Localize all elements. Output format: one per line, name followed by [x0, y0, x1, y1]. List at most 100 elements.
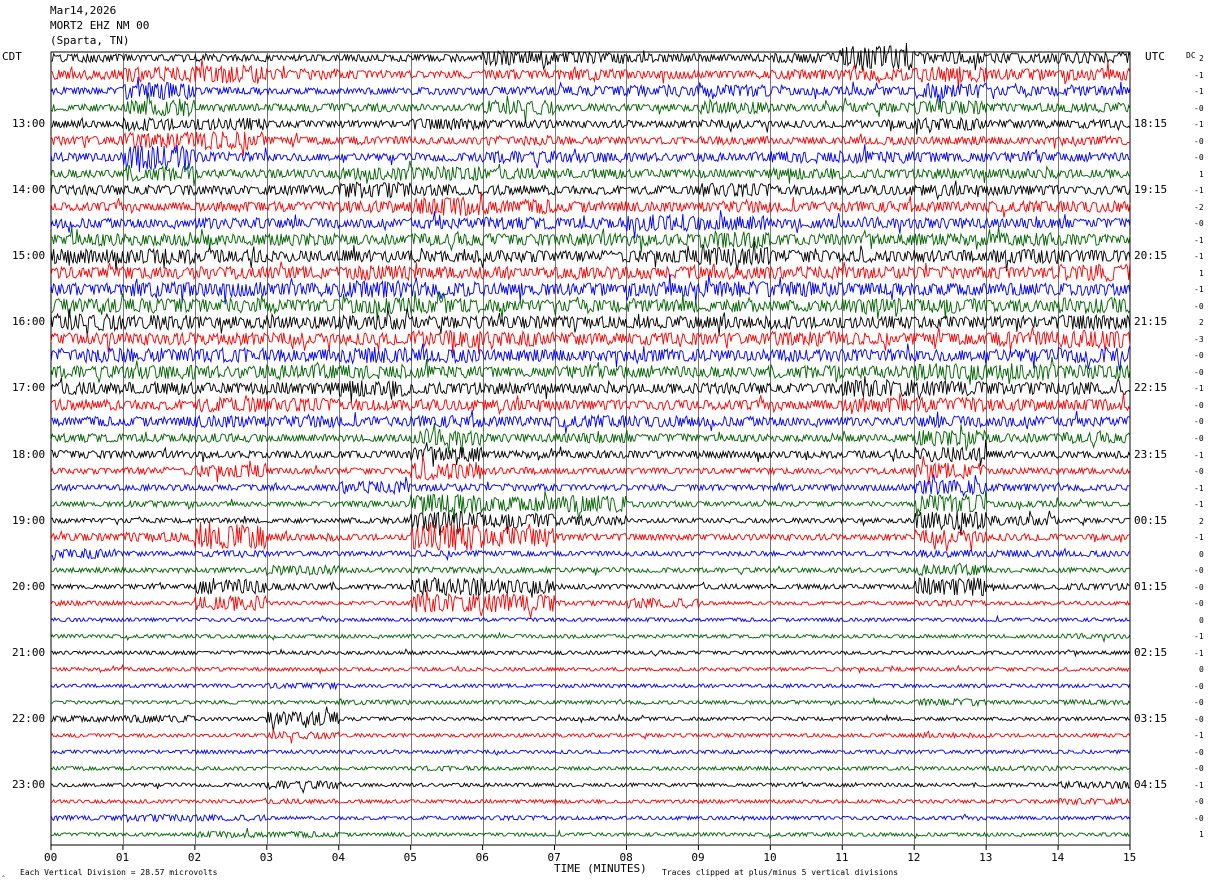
dc-offset-value: -0 [1194, 813, 1204, 823]
trace-line [50, 455, 1131, 485]
dc-offset-value: -0 [1194, 400, 1204, 410]
utc-hour-label: 19:15 [1134, 183, 1168, 197]
trace-line [50, 160, 1131, 187]
x-tick-label: 11 [835, 851, 849, 864]
trace-line [50, 547, 1131, 562]
seismic-traces [50, 42, 1131, 840]
trace-line [50, 631, 1131, 644]
dc-offset-value: 0 [1199, 549, 1204, 559]
trace-line [50, 522, 1131, 552]
trace-line [50, 130, 1131, 156]
trace-line [50, 274, 1131, 305]
x-tick-label: 00 [44, 851, 58, 864]
x-tick-label: 14 [1051, 851, 1065, 864]
x-axis-ticks [50, 845, 1131, 850]
utc-hour-label: 00:15 [1134, 513, 1168, 527]
trace-line [50, 307, 1131, 338]
utc-hour-label: 01:15 [1134, 579, 1168, 593]
trace-line [50, 409, 1131, 434]
dc-offset-value: -1 [1194, 648, 1204, 658]
dc-offset-value: -1 [1194, 450, 1204, 460]
cdt-hour-label: 23:00 [12, 777, 46, 791]
dc-offset-value: -1 [1194, 632, 1204, 642]
station-location: (Sparta, TN) [50, 34, 130, 47]
x-tick-label: 15 [1123, 851, 1137, 864]
utc-hour-label: 02:15 [1134, 645, 1168, 659]
trace-line [50, 490, 1131, 520]
dc-offset-value: 1 [1199, 169, 1204, 179]
dc-offset-value: -1 [1194, 120, 1204, 130]
utc-hour-label: 23:15 [1134, 447, 1168, 461]
trace-line [50, 59, 1131, 90]
dc-offset-value: -3 [1194, 334, 1204, 344]
station-code: MORT2 EHZ NM 00 [50, 19, 150, 32]
dc-offset-value: -0 [1194, 433, 1204, 443]
dc-offset-value: -0 [1194, 103, 1204, 113]
dc-offset-value: 2 [1199, 318, 1204, 328]
dc-offset-value: -1 [1194, 235, 1204, 245]
trace-line [50, 779, 1131, 794]
trace-line [50, 180, 1131, 201]
dc-offset-value: -0 [1194, 367, 1204, 377]
trace-line [50, 144, 1131, 173]
trace-line [51, 439, 1131, 467]
x-tick-label: 02 [187, 851, 202, 864]
cdt-hour-label: 18:00 [12, 447, 46, 461]
trace-line [50, 327, 1131, 354]
trace-line [50, 696, 1131, 707]
cdt-hour-label: 20:00 [12, 579, 46, 593]
dc-offset-value: -1 [1194, 533, 1204, 543]
trace-line [50, 226, 1131, 253]
trace-line [50, 562, 1131, 577]
dc-offset-value: -0 [1194, 467, 1204, 477]
x-tick-label: 10 [763, 851, 777, 864]
dc-offset-value: -1 [1194, 285, 1204, 295]
utc-hour-label: 20:15 [1134, 249, 1168, 263]
trace-line [50, 393, 1131, 416]
x-tick-label: 04 [331, 851, 345, 864]
utc-hour-label: 22:15 [1134, 381, 1168, 395]
trace-line [50, 241, 1131, 272]
dc-offset-value: -1 [1194, 780, 1204, 790]
clip-note: Traces clipped at plus/minus 5 vertical … [662, 868, 899, 877]
utc-hour-label: 18:15 [1134, 117, 1168, 131]
x-tick-label: 01 [115, 851, 130, 864]
left-axis-title: CDT [2, 50, 22, 63]
right-axis-title: UTC [1145, 50, 1165, 63]
trace-line [50, 764, 1131, 773]
dc-offset-value: -1 [1194, 500, 1204, 510]
dc-offset-value: -1 [1194, 87, 1204, 97]
dc-offset-value: -0 [1194, 351, 1204, 361]
dc-offset-value: -1 [1194, 483, 1204, 493]
cdt-hour-label: 22:00 [12, 711, 46, 725]
trace-line [50, 648, 1131, 658]
cdt-hour-label: 13:00 [12, 117, 46, 131]
scale-note: Each Vertical Division = 28.57 microvolt… [20, 868, 218, 877]
trace-line [50, 796, 1131, 807]
trace-line [50, 729, 1131, 744]
trace-line [50, 210, 1131, 239]
trace-line [50, 614, 1131, 624]
dc-offset-value: -0 [1194, 417, 1204, 427]
dc-offset-value: -0 [1194, 301, 1204, 311]
dc-offset-value: -1 [1194, 252, 1204, 262]
trace-line [50, 356, 1131, 385]
x-tick-label: 13 [979, 851, 993, 864]
plot-date: Mar14,2026 [50, 4, 117, 17]
dc-offset-value: -1 [1194, 731, 1204, 741]
x-tick-label: 12 [907, 851, 921, 864]
trace-line [50, 116, 1131, 135]
cdt-hour-label: 17:00 [12, 381, 46, 395]
trace-line [50, 748, 1131, 756]
trace-line [50, 590, 1131, 619]
dc-offset-value: -1 [1194, 186, 1204, 196]
x-tick-label: 03 [259, 851, 274, 864]
cdt-hour-label: 15:00 [12, 249, 46, 263]
dc-offset-value: 1 [1199, 830, 1204, 840]
utc-hour-label: 03:15 [1134, 711, 1168, 725]
dc-offset-value: -0 [1194, 714, 1204, 724]
trace-line [50, 191, 1131, 218]
dc-offset-value: 2 [1199, 516, 1204, 526]
dc-offset-value: -0 [1194, 582, 1204, 592]
dc-offset-value: -1 [1194, 70, 1204, 80]
